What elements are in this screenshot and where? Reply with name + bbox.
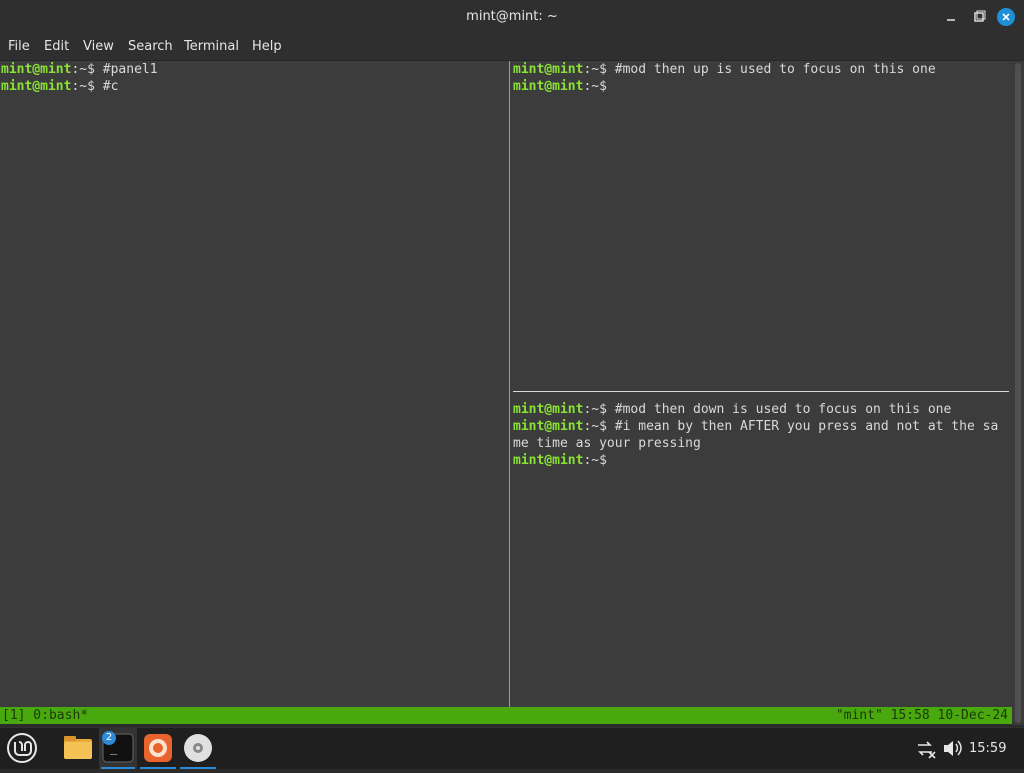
disc-button[interactable] [178,728,218,769]
firefox-button[interactable] [138,728,178,769]
files-icon [64,736,92,759]
network-icon [918,741,936,759]
top-right-pane-line-2: mint@mint:~$ [513,79,607,94]
menu-search[interactable]: Search [128,39,173,54]
menu-terminal[interactable]: Terminal [184,39,239,54]
terminal-scrollbar[interactable] [1012,61,1024,725]
bottom-right-pane-line-3: me time as your pressing [513,436,701,451]
left-pane-line-2: mint@mint:~$ #c [1,79,119,94]
minimize-button[interactable] [942,8,960,26]
close-button[interactable] [997,8,1015,26]
minimize-icon [947,19,955,21]
menu-help[interactable]: Help [252,39,282,54]
menu-file[interactable]: File [8,39,30,54]
top-right-pane-line-1: mint@mint:~$ #mod then up is used to foc… [513,62,936,77]
bottom-right-pane-line-2: mint@mint:~$ #i mean by then AFTER you p… [513,419,999,434]
menu-bar: File Edit View Search Terminal Help [0,34,1024,61]
volume-icon [944,740,962,756]
terminal-area[interactable] [0,61,1012,707]
taskbar: _ 2 15:59 [0,727,1024,769]
window-count-badge: 2 [102,731,116,745]
active-indicator [101,767,135,769]
firefox-icon [144,734,172,762]
active-indicator [180,767,216,769]
files-button[interactable] [58,728,98,769]
network-tray-button[interactable] [914,728,938,769]
maximize-icon [974,10,986,22]
maximize-button[interactable] [970,8,988,26]
clock[interactable]: 15:59 [969,741,1006,756]
tmux-status-bar: [1] 0:bash* "mint" 15:58 10-Dec-24 [0,707,1012,724]
close-icon [1002,13,1010,21]
bottom-right-pane-line-4: mint@mint:~$ [513,453,607,468]
title-bar: mint@mint: ~ [0,0,1024,34]
mint-menu-button[interactable] [2,728,42,769]
scrollbar-thumb[interactable] [1015,63,1021,723]
window-title: mint@mint: ~ [466,9,558,24]
active-indicator [140,767,176,769]
menu-view[interactable]: View [83,39,114,54]
pane-divider-horizontal[interactable] [513,391,1009,392]
pane-divider-vertical[interactable] [509,61,510,707]
volume-tray-button[interactable] [940,728,964,769]
tmux-status-left: [1] 0:bash* [2,708,89,723]
menu-edit[interactable]: Edit [44,39,69,54]
mint-menu-icon [7,733,37,763]
disc-icon [184,734,212,762]
tmux-status-right: "mint" 15:58 10-Dec-24 [835,708,1008,723]
bottom-right-pane-line-1: mint@mint:~$ #mod then down is used to f… [513,402,952,417]
left-pane-line-1: mint@mint:~$ #panel1 [1,62,158,77]
